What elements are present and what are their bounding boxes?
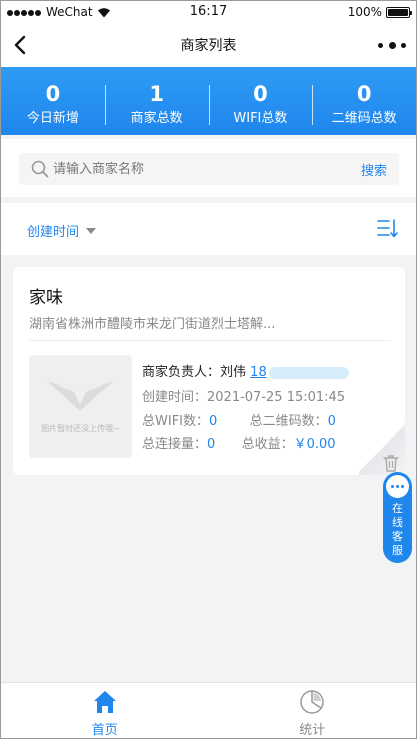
stat-today-new[interactable]: 0 今日新增 (1, 67, 105, 135)
stat-value: 1 (149, 82, 164, 106)
pie-chart-icon (300, 690, 324, 714)
manager-phone-link[interactable]: 18 (250, 365, 267, 380)
home-icon (93, 691, 116, 713)
stat-value: 0 (45, 82, 61, 106)
battery-icon (386, 6, 412, 18)
page-title: 商家列表 (180, 38, 237, 54)
search-box: 搜索 (19, 153, 399, 185)
trash-icon[interactable] (381, 453, 401, 473)
sort-by-created-dropdown[interactable]: 创建时间 (27, 221, 97, 240)
tab-bar: 首页 统计 (1, 682, 416, 738)
sort-bar: 创建时间 (1, 203, 416, 255)
stat-label: 二维码总数 (331, 111, 397, 126)
wifi-qr-row: 总WIFI数：0 总二维码数：0 (142, 410, 336, 429)
battery-fill (388, 8, 408, 16)
sort-order-icon[interactable] (376, 217, 398, 239)
divider (29, 340, 391, 341)
created-row: 创建时间：2021-07-25 15:01:45 (142, 386, 345, 405)
created-value: 2021-07-25 15:01:45 (207, 390, 346, 405)
manager-label: 商家负责人： (142, 365, 221, 380)
more-options-icon[interactable] (378, 37, 406, 53)
stat-label: 今日新增 (26, 111, 79, 126)
image-caption: 图片暂时还没上传哦~ (41, 424, 120, 433)
merchant-name: 家味 (29, 288, 63, 308)
qr-label: 总二维码数： (249, 414, 328, 429)
tab-home-label: 首页 (91, 723, 118, 738)
stat-label: WIFI总数 (233, 111, 288, 126)
income-label: 总收益： (241, 437, 294, 452)
phone-blur-mask (268, 366, 349, 379)
tab-statistics-label: 统计 (299, 723, 326, 738)
stat-value: 0 (356, 82, 372, 106)
wifi-label: 总WIFI数： (142, 414, 209, 429)
wifi-value: 0 (209, 414, 218, 429)
caret-down-icon (86, 227, 97, 234)
merchant-image-placeholder: 图片暂时还没上传哦~ (29, 355, 132, 458)
online-service-label: 在 线 客 服 (392, 502, 403, 557)
sort-label: 创建时间 (27, 225, 80, 240)
tab-home[interactable]: 首页 (1, 683, 209, 738)
phone-frame: WeChat 16:17 100% 商家列表 0 今日新增 1 商家总数 0 W… (0, 0, 417, 739)
manager-row: 商家负责人：刘伟 18 (142, 361, 349, 380)
stat-wifi-total[interactable]: 0 WIFI总数 (208, 67, 313, 135)
search-button[interactable]: 搜索 (361, 160, 387, 179)
tab-statistics[interactable]: 统计 (209, 683, 417, 738)
manager-name: 刘伟 (220, 365, 247, 380)
connections-value: 0 (207, 437, 216, 452)
search-input[interactable] (53, 158, 353, 180)
stats-banner: 0 今日新增 1 商家总数 0 WIFI总数 0 二维码总数 (1, 67, 416, 135)
placeholder-logo-icon (47, 381, 114, 411)
connections-income-row: 总连接量：0 总收益：￥0.00 (142, 433, 336, 452)
connections-label: 总连接量： (142, 437, 208, 452)
stat-value: 0 (253, 82, 268, 106)
merchant-address: 湖南省株洲市醴陵市来龙门街道烈士塔解... (29, 317, 276, 332)
online-service-button[interactable]: 在 线 客 服 (383, 472, 412, 563)
qr-value: 0 (327, 414, 336, 429)
nav-bar: 商家列表 (1, 23, 416, 67)
stat-qrcode-total[interactable]: 0 二维码总数 (312, 67, 416, 135)
merchant-card[interactable]: 家味 湖南省株洲市醴陵市来龙门街道烈士塔解... 图片暂时还没上传哦~ 商家负责… (13, 267, 405, 475)
chat-bubble-icon (386, 475, 409, 498)
battery-percent: 100% (347, 5, 382, 19)
search-icon (31, 160, 49, 178)
search-section: 搜索 (1, 139, 416, 197)
stat-merchant-total[interactable]: 1 商家总数 (104, 67, 209, 135)
stat-label: 商家总数 (130, 111, 183, 126)
created-label: 创建时间： (142, 390, 208, 405)
income-value: ￥0.00 (293, 437, 336, 452)
status-bar: WeChat 16:17 100% (1, 1, 416, 23)
